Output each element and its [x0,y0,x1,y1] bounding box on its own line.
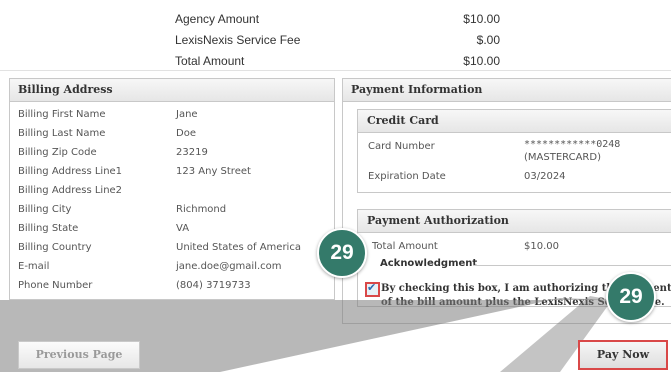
summary-value: $10.00 [463,12,500,26]
card-type-value: (MASTERCARD) [524,152,601,163]
billing-label: Billing State [18,223,79,234]
billing-row-zip: Billing Zip Code 23219 [18,147,338,165]
summary-row-agency-amount: Agency Amount $10.00 [0,12,671,32]
fieldset-divider [474,265,671,266]
step-badge: 29 [317,228,367,278]
billing-address-panel: Billing Address Billing First Name Jane B… [9,78,335,300]
billing-value: 23219 [176,147,208,158]
billing-value: Doe [176,128,196,139]
credit-card-title: Credit Card [358,110,671,133]
billing-row-last-name: Billing Last Name Doe [18,128,338,146]
billing-label: Billing Last Name [18,128,106,139]
billing-address-title: Billing Address [10,79,334,102]
billing-value: (804) 3719733 [176,280,251,291]
summary-label: Agency Amount [175,12,260,26]
summary-value: $10.00 [463,54,500,68]
previous-page-button[interactable]: Previous Page [18,341,140,369]
billing-value: VA [176,223,190,234]
summary-label: LexisNexis Service Fee [175,33,301,47]
billing-label: Billing First Name [18,109,106,120]
credit-card-section: Credit Card Card Number ************0248… [357,109,671,193]
summary-row-service-fee: LexisNexis Service Fee $.00 [0,33,671,53]
billing-value: Jane [176,109,198,120]
billing-label: Billing Address Line1 [18,166,123,177]
billing-label: Billing City [18,204,72,215]
billing-label: Billing Zip Code [18,147,97,158]
payment-authorization-title: Payment Authorization [358,210,671,233]
billing-row-first-name: Billing First Name Jane [18,109,338,127]
acknowledgment-legend: Acknowledgment [380,258,478,269]
expiration-date-label: Expiration Date [368,171,446,182]
billing-value: Richmond [176,204,227,215]
auth-total-value: $10.00 [524,241,559,252]
billing-label: Billing Address Line2 [18,185,123,196]
card-number-label: Card Number [368,141,435,152]
summary-label: Total Amount [175,54,245,68]
billing-row-address1: Billing Address Line1 123 Any Street [18,166,338,184]
auth-total-label: Total Amount [372,241,438,252]
billing-value: United States of America [176,242,301,253]
pay-now-button[interactable]: Pay Now [578,340,668,370]
billing-row-address2: Billing Address Line2 [18,185,338,203]
billing-value: jane.doe@gmail.com [176,261,282,272]
step-badge: 29 [606,272,656,322]
summary-value: $.00 [476,33,500,47]
billing-label: E-mail [18,261,50,272]
billing-row-state: Billing State VA [18,223,338,241]
billing-row-country: Billing Country United States of America [18,242,338,260]
checkmark-icon: ✔ [367,281,377,294]
card-number-value: ************0248 [524,139,621,150]
expiration-date-value: 03/2024 [524,171,566,182]
summary-row-total-amount: Total Amount $10.00 [0,54,671,74]
billing-row-phone: Phone Number (804) 3719733 [18,280,338,298]
billing-label: Phone Number [18,280,93,291]
billing-label: Billing Country [18,242,92,253]
billing-row-email: E-mail jane.doe@gmail.com [18,261,338,279]
billing-row-city: Billing City Richmond [18,204,338,222]
billing-value: 123 Any Street [176,166,251,177]
order-summary: Agency Amount $10.00 LexisNexis Service … [0,0,671,71]
payment-information-title: Payment Information [343,79,671,102]
